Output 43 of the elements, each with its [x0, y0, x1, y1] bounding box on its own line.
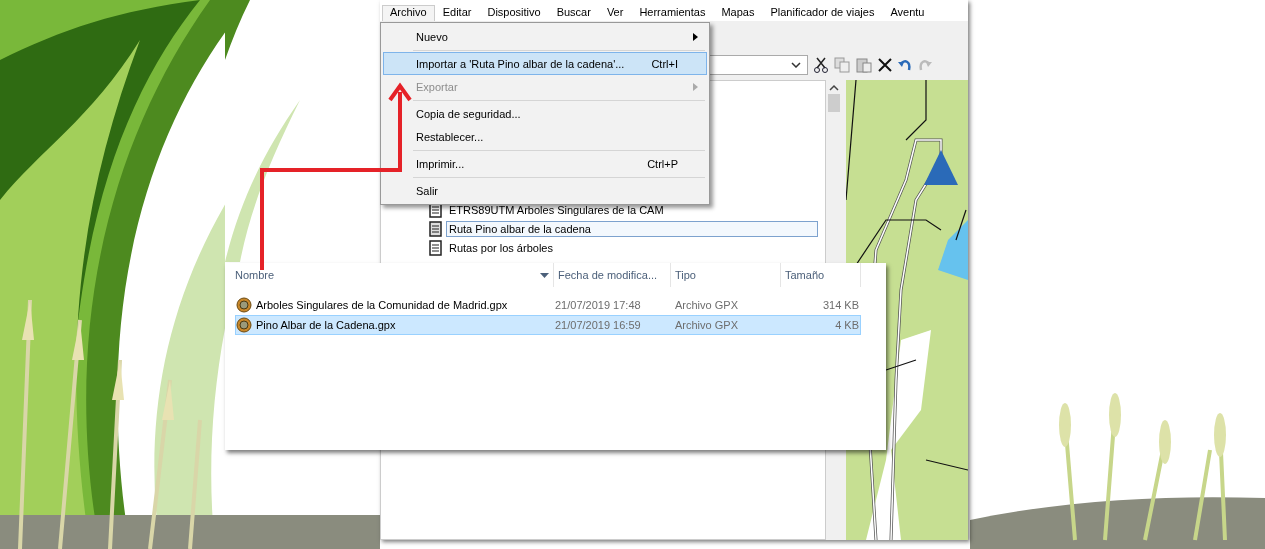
menu-item[interactable]: Ver: [598, 5, 632, 22]
menu-item[interactable]: Aventu: [882, 5, 933, 22]
menu-item[interactable]: Mapas: [713, 5, 763, 22]
size-cell-text: 4 KB: [834, 319, 859, 331]
menu-item[interactable]: Imprimir... Ctrl+P: [383, 152, 707, 175]
tree-item[interactable]: ETRS89UTM Arboles Singulares de la CAM: [446, 202, 667, 218]
sort-caret-icon: [540, 272, 549, 278]
file-row[interactable]: Arboles Singulares de la Comunidad de Madrid.gpx 21/07/2019 17:48 Archivo GPX 314 KB: [235, 295, 861, 315]
menu-item[interactable]: Dispositivo: [479, 5, 549, 22]
gpx-file-icon: [236, 297, 252, 313]
scroll-up-icon[interactable]: [829, 84, 839, 92]
menu-item[interactable]: Nuevo: [383, 25, 707, 48]
file-name: Pino Albar de la Cadena.gpx: [256, 319, 396, 331]
gpx-file-icon: [236, 317, 252, 333]
file-row[interactable]: Pino Albar de la Cadena.gpx 21/07/2019 16:59 Archivo GPX 4 KB: [235, 315, 861, 335]
file-name: Arboles Singulares de la Comunidad de Madrid.gpx: [256, 299, 508, 311]
size-cell-text: 314 KB: [821, 299, 859, 311]
tree-item[interactable]: Rutas por los árboles: [446, 240, 556, 256]
menu-item[interactable]: Buscar: [548, 5, 599, 22]
menu-item[interactable]: Planificador de viajes: [762, 5, 883, 22]
menu-item[interactable]: Restablecer...: [383, 125, 707, 148]
column-header[interactable]: Fecha de modifica...: [554, 263, 671, 287]
undo-icon[interactable]: [898, 58, 912, 73]
date-cell-text: 21/07/2019 16:59: [555, 319, 642, 331]
caret-icon: [791, 62, 801, 69]
column-header[interactable]: Tipo: [671, 263, 781, 287]
menu-item[interactable]: Archivo: [382, 5, 435, 22]
type-cell-text: Archivo GPX: [675, 299, 739, 311]
document-icon: [429, 240, 442, 256]
tree-item[interactable]: Ruta Pino albar de la cadena: [446, 221, 818, 237]
delete-icon[interactable]: [878, 58, 892, 73]
document-icon: [429, 221, 442, 237]
column-header[interactable]: Tamaño: [781, 263, 861, 287]
column-header[interactable]: Nombre: [231, 263, 554, 287]
cut-icon[interactable]: [814, 57, 828, 74]
menu-item[interactable]: Editar: [434, 5, 480, 22]
date-cell-text: 21/07/2019 17:48: [555, 299, 642, 311]
scroll-thumb[interactable]: [828, 94, 840, 112]
menu-item[interactable]: Salir: [383, 179, 707, 202]
type-cell-text: Archivo GPX: [675, 319, 739, 331]
menu-item[interactable]: Herramientas: [631, 5, 714, 22]
menu-item[interactable]: Copia de seguridad...: [383, 102, 707, 125]
menu-item[interactable]: Importar a 'Ruta Pino albar de la cadena'... Ctrl+I: [383, 52, 707, 75]
